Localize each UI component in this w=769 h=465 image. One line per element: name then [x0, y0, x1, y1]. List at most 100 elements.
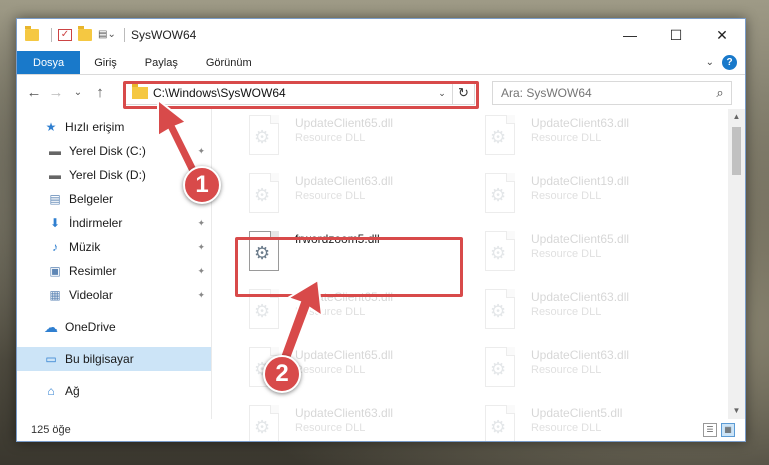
forward-button[interactable]: →: [45, 84, 67, 101]
dll-file-icon: ⚙: [245, 115, 285, 161]
file-item[interactable]: ⚙ UpdateClient65.dll Resource DLL: [239, 283, 459, 339]
scroll-down-icon[interactable]: ▼: [728, 403, 745, 419]
scrollbar-thumb[interactable]: [732, 127, 741, 175]
file-item[interactable]: ⚙ UpdateClient63.dll Resource DLL: [475, 341, 695, 397]
up-button[interactable]: ↑: [89, 84, 111, 101]
sidebar-item-label: Hızlı erişim: [65, 120, 125, 134]
sidebar-item-this-pc[interactable]: ▭ Bu bilgisayar: [17, 347, 211, 371]
callout-badge-2: 2: [263, 355, 301, 393]
dll-file-icon: ⚙: [481, 289, 521, 335]
file-name: UpdateClient63.dll: [531, 348, 630, 362]
sidebar-item-label: Yerel Disk (D:): [69, 168, 146, 182]
sidebar-item-label: OneDrive: [65, 320, 116, 334]
maximize-button[interactable]: ☐: [653, 19, 699, 51]
quick-access-separator: [51, 28, 52, 42]
refresh-button[interactable]: ↻: [452, 82, 474, 104]
file-description: Resource DLL: [531, 248, 602, 260]
file-description: Resource DLL: [531, 364, 602, 376]
sidebar-item-local-disk-d[interactable]: ▬ Yerel Disk (D:) ✦: [17, 163, 211, 187]
sidebar-item-label: Müzik: [69, 240, 101, 254]
address-path[interactable]: C:\Windows\SysWOW64: [153, 86, 432, 100]
drive-icon: ▬: [49, 168, 61, 182]
minimize-button[interactable]: —: [607, 19, 653, 51]
file-name: UpdateClient65.dll: [295, 290, 394, 304]
file-item-target[interactable]: ⚙ frwordzoom5.dll: [239, 225, 459, 281]
dll-file-icon: ⚙: [245, 289, 285, 335]
file-description: Resource DLL: [531, 190, 602, 202]
dll-file-icon: ⚙: [481, 115, 521, 161]
address-dropdown-icon[interactable]: ⌄: [432, 88, 452, 99]
properties-icon[interactable]: ✓: [58, 29, 72, 41]
file-item[interactable]: ⚙ UpdateClient65.dll Resource DLL: [239, 109, 459, 165]
window-controls: — ☐ ✕: [607, 19, 745, 51]
back-button[interactable]: ←: [23, 84, 45, 101]
tiles-view-icon[interactable]: ▦: [721, 423, 735, 437]
search-input[interactable]: [501, 86, 709, 100]
sidebar-item-local-disk-c[interactable]: ▬ Yerel Disk (C:) ✦: [17, 139, 211, 163]
sidebar-item-label: Belgeler: [69, 192, 114, 206]
music-icon: ♪: [52, 240, 58, 254]
tab-share[interactable]: Paylaş: [131, 51, 192, 74]
file-name: UpdateClient65.dll: [531, 232, 630, 246]
tab-home[interactable]: Giriş: [80, 51, 131, 74]
file-item[interactable]: ⚙ UpdateClient65.dll Resource DLL: [475, 225, 695, 281]
tab-file[interactable]: Dosya: [17, 51, 81, 74]
search-box[interactable]: ⌕: [492, 81, 732, 105]
pin-icon: ✦: [197, 145, 205, 156]
customize-toolbar-icon[interactable]: ▤⌄: [98, 29, 116, 41]
file-description: Resource DLL: [295, 306, 366, 318]
item-count: 125 öğe: [31, 424, 71, 436]
sidebar-item-downloads[interactable]: ⬇ İndirmeler ✦: [17, 211, 211, 235]
sidebar-item-label: Yerel Disk (C:): [69, 144, 146, 158]
file-name: UpdateClient65.dll: [295, 116, 394, 130]
file-item[interactable]: ⚙ UpdateClient19.dll Resource DLL: [475, 167, 695, 223]
file-name: frwordzoom5.dll: [295, 232, 380, 246]
title-separator: [124, 28, 125, 42]
dll-file-icon: ⚙: [245, 173, 285, 219]
file-item[interactable]: ⚙ UpdateClient63.dll Resource DLL: [475, 283, 695, 339]
sidebar-item-label: Bu bilgisayar: [65, 352, 134, 366]
view-toggle: ☰ ▦: [703, 423, 735, 437]
sidebar-item-documents[interactable]: ▤ Belgeler ✦: [17, 187, 211, 211]
dll-file-icon: ⚙: [481, 173, 521, 219]
help-icon[interactable]: ?: [722, 55, 737, 70]
file-name: UpdateClient63.dll: [295, 174, 394, 188]
file-name: UpdateClient63.dll: [531, 116, 630, 130]
folder-icon[interactable]: [25, 26, 39, 41]
star-icon: ★: [45, 120, 57, 134]
pin-icon: ✦: [197, 217, 205, 228]
vertical-scrollbar[interactable]: ▲ ▼: [728, 109, 745, 419]
sidebar-item-network[interactable]: ⌂ Ağ: [17, 379, 211, 403]
ribbon-tabs: Dosya Giriş Paylaş Görünüm ⌄ ?: [17, 51, 745, 75]
recent-locations-button[interactable]: ⌄: [67, 87, 89, 98]
close-button[interactable]: ✕: [699, 19, 745, 51]
expand-ribbon-icon[interactable]: ⌄: [706, 57, 714, 68]
new-folder-icon[interactable]: [78, 26, 92, 41]
sidebar-item-quick-access[interactable]: ★ Hızlı erişim: [17, 115, 211, 139]
scroll-up-icon[interactable]: ▲: [728, 109, 745, 125]
folder-icon: [132, 84, 148, 99]
sidebar-item-pictures[interactable]: ▣ Resimler ✦: [17, 259, 211, 283]
sidebar-item-label: İndirmeler: [69, 216, 123, 230]
sidebar-item-onedrive[interactable]: ☁ OneDrive: [17, 315, 211, 339]
content-area: ★ Hızlı erişim ▬ Yerel Disk (C:) ✦ ▬ Yer…: [17, 109, 745, 441]
tab-view[interactable]: Görünüm: [192, 51, 266, 74]
file-name: UpdateClient19.dll: [531, 174, 630, 188]
sidebar-item-music[interactable]: ♪ Müzik ✦: [17, 235, 211, 259]
ribbon-right-controls: ⌄ ?: [706, 55, 737, 70]
file-explorer-window: ✓ ▤⌄ SysWOW64 — ☐ ✕ Dosya Giriş Paylaş G…: [16, 18, 746, 442]
title-bar: ✓ ▤⌄ SysWOW64 — ☐ ✕: [17, 19, 745, 51]
sidebar-item-videos[interactable]: ▦ Videolar ✦: [17, 283, 211, 307]
details-view-icon[interactable]: ☰: [703, 423, 717, 437]
callout-badge-1: 1: [183, 166, 221, 204]
address-row: ← → ⌄ ↑ C:\Windows\SysWOW64 ⌄ ↻ ⌕: [17, 75, 745, 109]
file-item[interactable]: ⚙ UpdateClient63.dll Resource DLL: [475, 109, 695, 165]
search-icon[interactable]: ⌕: [709, 85, 731, 101]
sidebar-item-label: Videolar: [69, 288, 113, 302]
file-description: Resource DLL: [531, 306, 602, 318]
file-description: Resource DLL: [295, 190, 366, 202]
file-item[interactable]: ⚙ UpdateClient63.dll Resource DLL: [239, 167, 459, 223]
window-title: SysWOW64: [131, 28, 197, 42]
address-bar[interactable]: C:\Windows\SysWOW64 ⌄ ↻: [125, 81, 475, 105]
file-name: UpdateClient63.dll: [531, 290, 630, 304]
